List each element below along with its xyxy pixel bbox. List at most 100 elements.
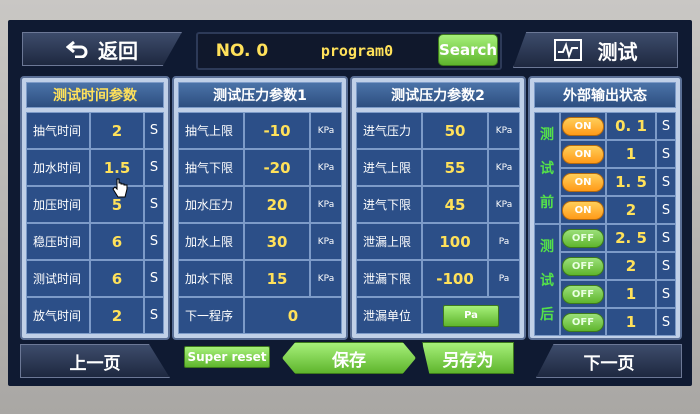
param-label: 进气上限 xyxy=(356,149,422,186)
output-unit: S xyxy=(656,112,676,140)
param-value-input[interactable]: 30 xyxy=(244,223,310,260)
program-name-field[interactable]: program0 xyxy=(282,36,432,66)
param-unit: KPa xyxy=(310,112,342,149)
output-toggle[interactable]: ON xyxy=(562,172,604,192)
param-row: 抽气下限 -20 KPa xyxy=(178,149,342,186)
next-program-input[interactable]: 0 xyxy=(244,297,342,334)
param-value-input[interactable]: 2 xyxy=(90,112,144,149)
before-test-label: 测 试 前 xyxy=(534,112,560,224)
before-char-1: 测 xyxy=(540,127,554,143)
param-value-input[interactable]: -100 xyxy=(422,260,488,297)
super-reset-button[interactable]: Super reset xyxy=(184,346,270,368)
param-label: 放气时间 xyxy=(26,297,90,334)
param-value-input[interactable]: 100 xyxy=(422,223,488,260)
param-row: 稳压时间 6 S xyxy=(26,223,164,260)
output-toggle[interactable]: ON xyxy=(562,200,604,220)
output-unit: S xyxy=(656,224,676,252)
param-unit: S xyxy=(144,297,164,334)
param-value-input[interactable]: -20 xyxy=(244,149,310,186)
time-params-title: 测试时间参数 xyxy=(26,82,164,108)
param-label: 抽气上限 xyxy=(178,112,244,149)
param-value-input[interactable]: 20 xyxy=(244,186,310,223)
output-value-input[interactable]: 0. 1 xyxy=(606,112,656,140)
search-button[interactable]: Search xyxy=(438,34,498,66)
param-row: 加水下限 15 KPa xyxy=(178,260,342,297)
output-value-input[interactable]: 1 xyxy=(606,140,656,168)
param-unit: Pa xyxy=(488,260,520,297)
output-status-list: 测 试 前 测 试 后 ON 0. 1 S ON 1 S ON 1. 5 S O… xyxy=(534,112,676,336)
param-row: 抽气上限 -10 KPa xyxy=(178,112,342,149)
output-value-input[interactable]: 1 xyxy=(606,308,656,336)
next-page-button[interactable]: 下一页 xyxy=(536,344,682,378)
output-toggle[interactable]: ON xyxy=(562,144,604,164)
param-value-input[interactable]: 45 xyxy=(422,186,488,223)
param-label: 加水压力 xyxy=(178,186,244,223)
test-button[interactable]: 测试 xyxy=(513,32,678,68)
save-button[interactable]: 保存 xyxy=(282,342,416,374)
param-value-input[interactable]: -10 xyxy=(244,112,310,149)
output-value-input[interactable]: 2 xyxy=(606,252,656,280)
param-row: 泄漏单位 Pa xyxy=(356,297,520,334)
output-row: ON 1. 5 S xyxy=(560,168,676,196)
param-row: 进气上限 55 KPa xyxy=(356,149,520,186)
param-unit: KPa xyxy=(310,223,342,260)
param-value-input[interactable]: 2 xyxy=(90,297,144,334)
param-label: 加压时间 xyxy=(26,186,90,223)
param-value-input[interactable]: 50 xyxy=(422,112,488,149)
output-toggle[interactable]: OFF xyxy=(562,228,604,248)
output-row: OFF 2 S xyxy=(560,252,676,280)
output-unit: S xyxy=(656,280,676,308)
save-as-button[interactable]: 另存为 xyxy=(422,342,514,374)
leak-unit-button[interactable]: Pa xyxy=(443,304,499,327)
output-toggle-cell: ON xyxy=(560,196,606,224)
param-value-input[interactable]: 15 xyxy=(244,260,310,297)
output-unit: S xyxy=(656,196,676,224)
output-rows: ON 0. 1 S ON 1 S ON 1. 5 S ON 2 S OFF 2.… xyxy=(560,112,676,336)
param-unit: KPa xyxy=(310,260,342,297)
pressure-params1-panel: 测试压力参数1 抽气上限 -10 KPa 抽气下限 -20 KPa 加水压力 2… xyxy=(172,76,348,340)
param-value-input[interactable]: 6 xyxy=(90,260,144,297)
output-toggle-cell: ON xyxy=(560,140,606,168)
output-status-panel: 外部输出状态 测 试 前 测 试 后 ON 0. 1 S ON 1 S ON 1… xyxy=(528,76,682,340)
time-params-list: 抽气时间 2 S 加水时间 1.5 S 加压时间 5 S 稳压时间 6 S 测试… xyxy=(26,112,164,336)
output-unit: S xyxy=(656,168,676,196)
pressure-params2-list: 进气压力 50 KPa 进气上限 55 KPa 进气下限 45 KPa 泄漏上限… xyxy=(356,112,520,336)
output-toggle[interactable]: OFF xyxy=(562,256,604,276)
hmi-screen: 返回 NO. 0 program0 Search 测试 测试时间参数 抽气时间 … xyxy=(8,20,692,386)
waveform-monitor-icon xyxy=(553,39,582,61)
param-row: 泄漏上限 100 Pa xyxy=(356,223,520,260)
back-label: 返回 xyxy=(98,38,138,63)
param-label: 加水时间 xyxy=(26,149,90,186)
param-row: 抽气时间 2 S xyxy=(26,112,164,149)
output-value-input[interactable]: 2 xyxy=(606,196,656,224)
output-value-input[interactable]: 1 xyxy=(606,280,656,308)
output-value-input[interactable]: 1. 5 xyxy=(606,168,656,196)
output-row: OFF 2. 5 S xyxy=(560,224,676,252)
program-number: NO. 0 xyxy=(215,41,269,61)
param-value-input[interactable]: 55 xyxy=(422,149,488,186)
output-toggle[interactable]: ON xyxy=(562,116,604,136)
param-row: 测试时间 6 S xyxy=(26,260,164,297)
back-button[interactable]: 返回 xyxy=(22,32,182,66)
output-value-input[interactable]: 2. 5 xyxy=(606,224,656,252)
output-unit: S xyxy=(656,308,676,336)
param-unit: KPa xyxy=(488,149,520,186)
after-char-1: 测 xyxy=(540,239,554,255)
param-label: 泄漏下限 xyxy=(356,260,422,297)
prev-page-button[interactable]: 上一页 xyxy=(20,344,170,378)
param-row: 加水上限 30 KPa xyxy=(178,223,342,260)
after-char-3: 后 xyxy=(540,307,554,323)
param-row: 加水压力 20 KPa xyxy=(178,186,342,223)
output-toggle[interactable]: OFF xyxy=(562,312,604,332)
param-row: 放气时间 2 S xyxy=(26,297,164,334)
param-unit: S xyxy=(144,149,164,186)
pressure-params1-list: 抽气上限 -10 KPa 抽气下限 -20 KPa 加水压力 20 KPa 加水… xyxy=(178,112,342,336)
param-value-input[interactable]: 6 xyxy=(90,223,144,260)
param-unit: S xyxy=(144,186,164,223)
output-toggle[interactable]: OFF xyxy=(562,284,604,304)
output-toggle-cell: OFF xyxy=(560,252,606,280)
output-row: ON 2 S xyxy=(560,196,676,224)
output-row: ON 1 S xyxy=(560,140,676,168)
param-row: 加水时间 1.5 S xyxy=(26,149,164,186)
param-row: 下一程序 0 xyxy=(178,297,342,334)
